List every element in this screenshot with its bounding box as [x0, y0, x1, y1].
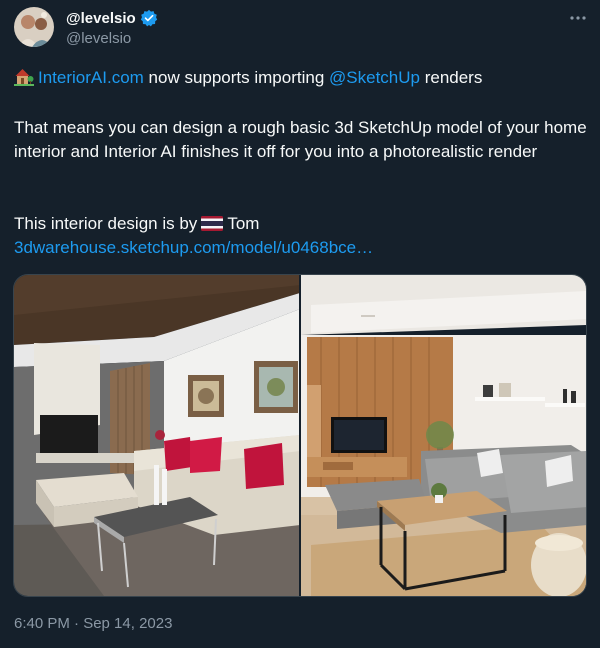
interiorai-link[interactable]: InteriorAI.com — [38, 68, 144, 87]
tweet-text-segment: renders — [419, 68, 483, 87]
tweet-url-line: 3dwarehouse.sketchup.com/model/u0468bce… — [14, 236, 589, 260]
tweet-text-paragraph3: This interior design is by Tom — [14, 212, 589, 236]
author-handle[interactable]: @levelsio — [66, 30, 131, 47]
tweet-text-line1: InteriorAI.com now supports importing @S… — [14, 66, 589, 90]
tweet-text-segment: now supports importing — [143, 68, 330, 87]
sketchup-mention-link[interactable]: @SketchUp — [329, 68, 420, 87]
author-name-row[interactable]: @levelsio — [66, 9, 158, 27]
sketchup-render-image[interactable] — [14, 275, 299, 596]
tweet-timestamp[interactable]: 6:40 PM · Sep 14, 2023 — [14, 615, 172, 632]
more-options-icon[interactable] — [566, 8, 590, 28]
house-with-garden-icon — [14, 66, 34, 86]
author-display-name[interactable]: @levelsio — [66, 10, 136, 27]
media-grid — [13, 274, 587, 597]
tweet-text-segment: This interior design is by — [14, 214, 198, 233]
thailand-flag-icon — [201, 214, 224, 231]
avatar[interactable] — [14, 7, 54, 47]
interior-ai-render-image[interactable] — [301, 275, 586, 596]
sketchup-warehouse-link[interactable]: 3dwarehouse.sketchup.com/model/u0468bce… — [14, 238, 373, 257]
verified-badge-icon — [140, 9, 158, 27]
tweet-text-segment: Tom — [227, 214, 260, 233]
tweet: @levelsio @levelsio InteriorAI.com now s… — [0, 0, 600, 648]
tweet-text-paragraph2: That means you can design a rough basic … — [14, 118, 587, 161]
